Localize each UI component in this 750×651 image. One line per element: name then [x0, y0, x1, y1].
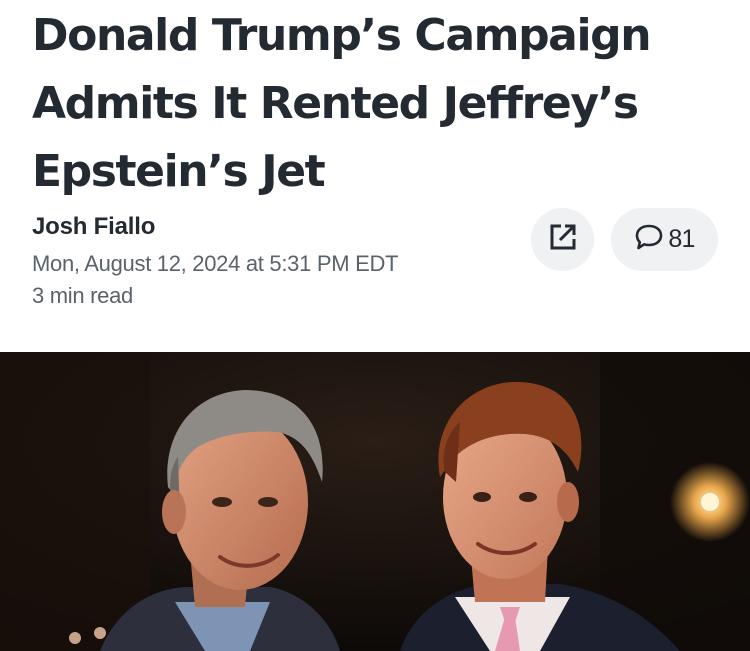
comment-count: 81 — [668, 225, 695, 253]
read-time: 3 min read — [32, 283, 133, 308]
share-button[interactable] — [531, 208, 594, 271]
author-name[interactable]: Josh Fiallo — [32, 213, 155, 241]
article-header: Donald Trump’s Campaign Admits It Rented… — [0, 0, 750, 352]
publish-date: Mon, August 12, 2024 at 5:31 PM EDT — [32, 251, 399, 276]
comments-button[interactable]: 81 — [611, 208, 718, 271]
hero-photo[interactable] — [0, 352, 750, 651]
article-headline: Donald Trump’s Campaign Admits It Rented… — [32, 10, 652, 197]
comment-bubble-icon — [634, 223, 664, 256]
share-external-icon — [548, 222, 578, 257]
